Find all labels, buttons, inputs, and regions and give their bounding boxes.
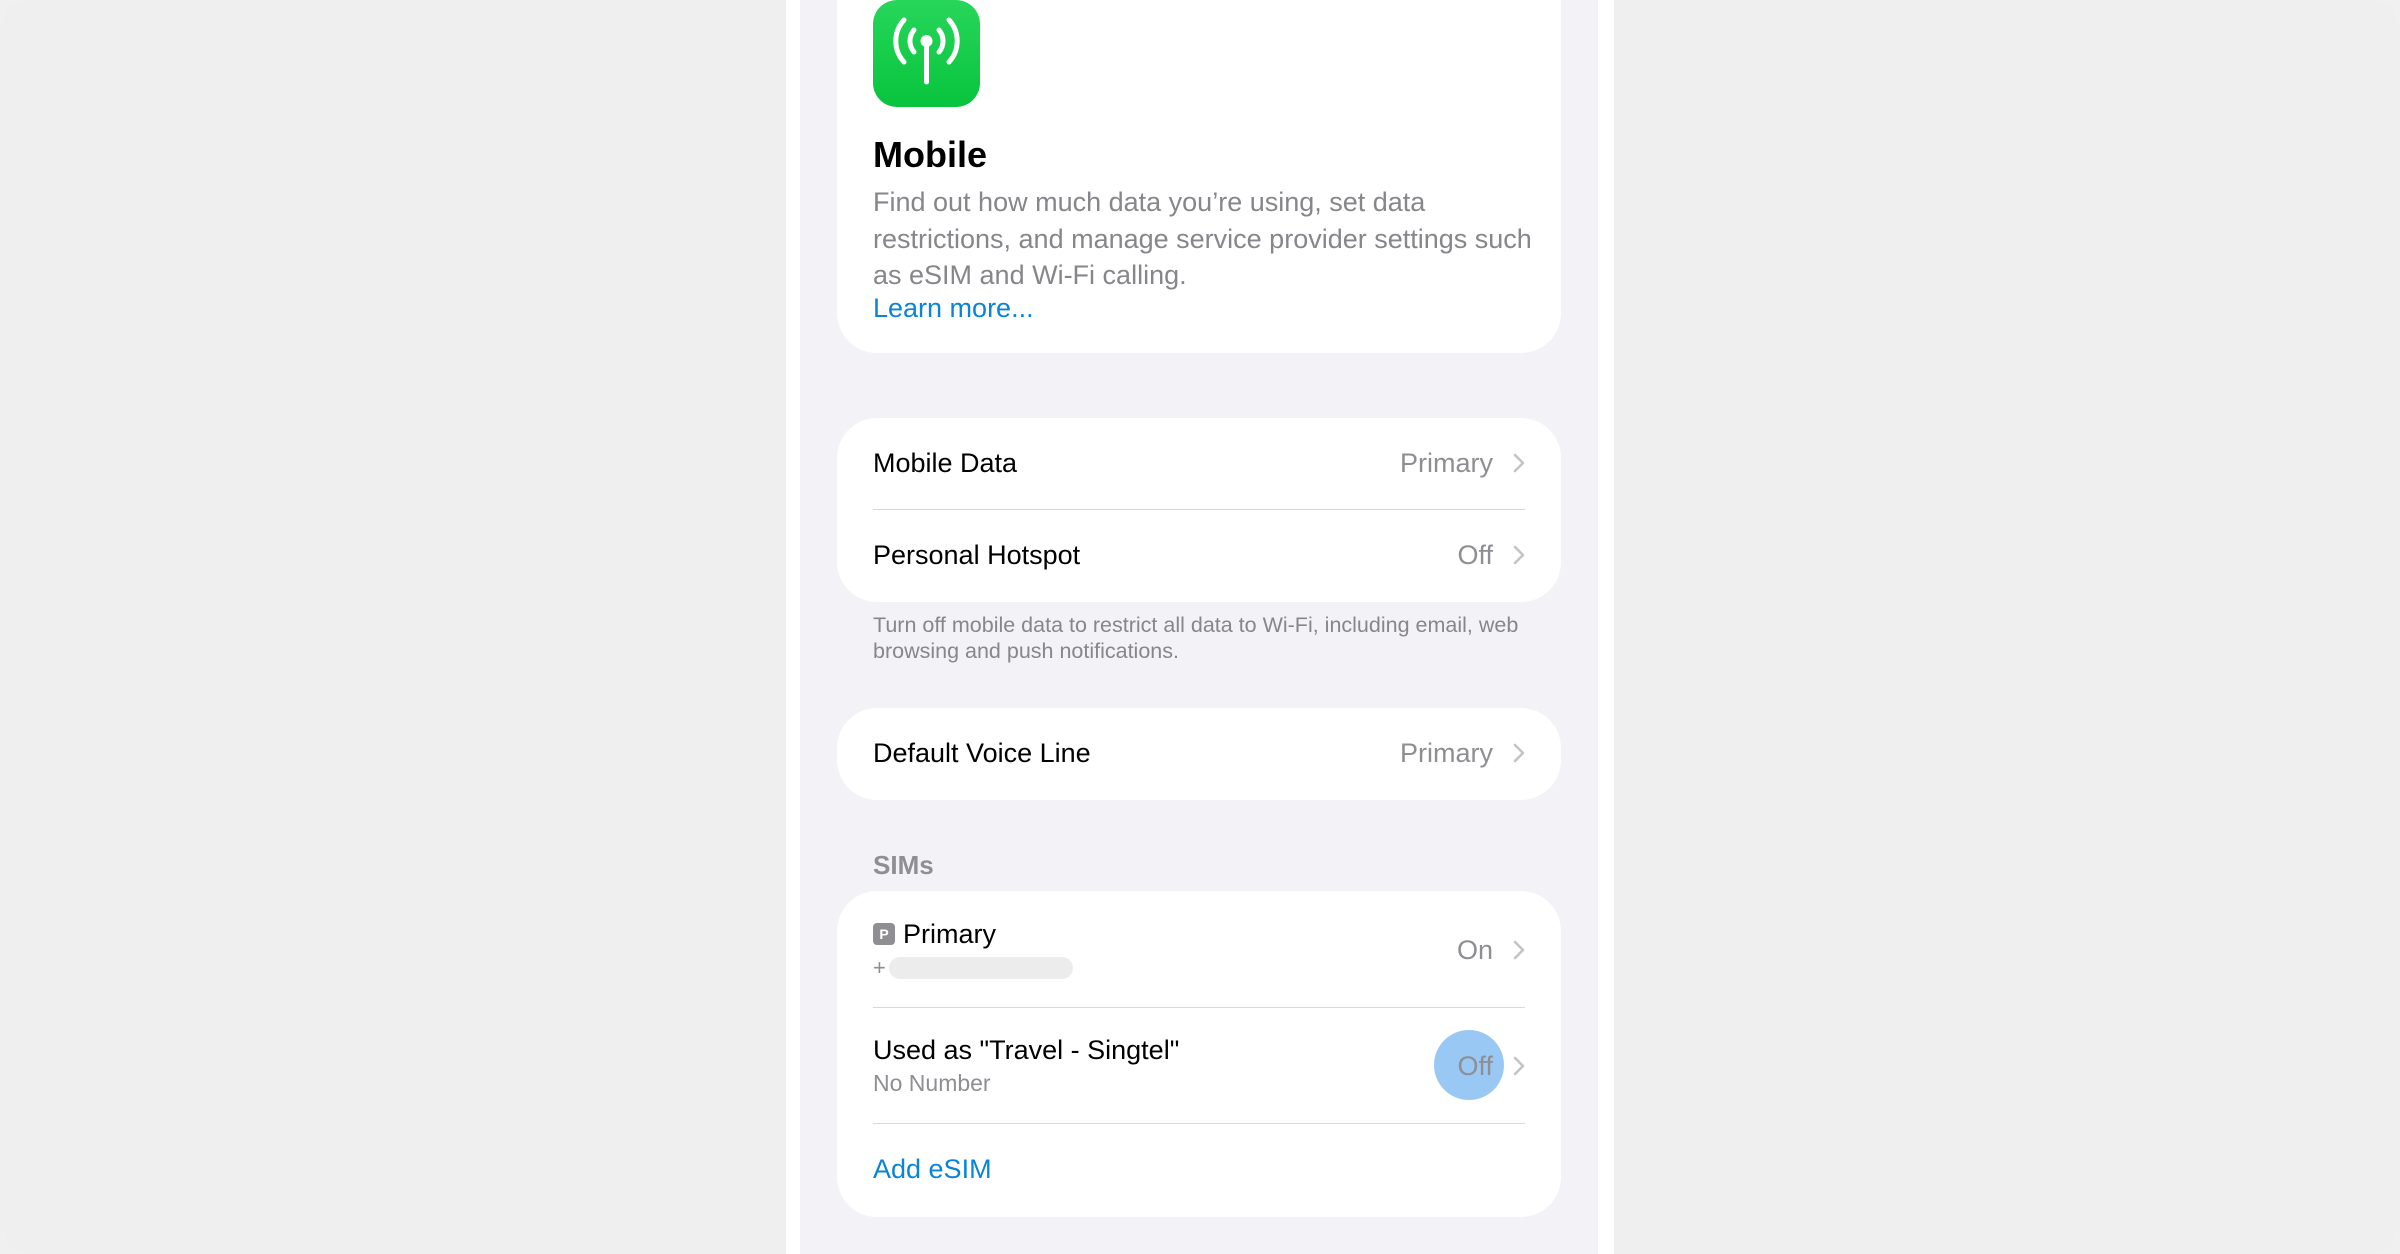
travel-sim-status: Off: [1457, 1051, 1493, 1081]
mobile-data-group: Mobile Data Primary Personal Hotspot Off: [837, 418, 1561, 602]
learn-more-link[interactable]: Learn more...: [873, 293, 1034, 324]
primary-sim-number-prefix: +: [873, 955, 886, 980]
mobile-data-value: Primary: [1400, 448, 1493, 478]
primary-sim-name: Primary: [903, 919, 996, 949]
redacted-phone-number: [889, 957, 1073, 979]
chevron-right-icon: [1513, 940, 1525, 960]
mobile-data-row[interactable]: Mobile Data Primary: [837, 418, 1561, 510]
antenna-icon: [873, 0, 980, 107]
travel-sim-name: Used as "Travel - Singtel": [873, 1035, 1180, 1065]
travel-sim-subtitle: No Number: [873, 1070, 991, 1096]
default-voice-line-label: Default Voice Line: [873, 738, 1091, 768]
mobile-data-label: Mobile Data: [873, 448, 1018, 478]
chevron-right-icon: [1513, 545, 1525, 565]
chevron-right-icon: [1513, 1056, 1525, 1076]
primary-sim-row[interactable]: P Primary + On: [837, 891, 1561, 1008]
default-voice-line-value: Primary: [1400, 738, 1493, 768]
chevron-right-icon: [1513, 453, 1525, 473]
mobile-info-card: Mobile Find out how much data you’re usi…: [837, 0, 1561, 353]
chevron-right-icon: [1513, 743, 1525, 763]
personal-hotspot-label: Personal Hotspot: [873, 540, 1081, 570]
add-esim-row[interactable]: Add eSIM: [837, 1124, 1561, 1217]
primary-sim-status: On: [1456, 935, 1493, 965]
personal-hotspot-row[interactable]: Personal Hotspot Off: [837, 510, 1561, 602]
mobile-settings-screen: Mobile Find out how much data you’re usi…: [800, 0, 1598, 1254]
add-esim-button[interactable]: Add eSIM: [873, 1154, 992, 1185]
default-voice-line-row[interactable]: Default Voice Line Primary: [837, 708, 1561, 800]
sims-section-header: SIMs: [873, 850, 934, 880]
personal-hotspot-value: Off: [1457, 540, 1493, 570]
page-description: Find out how much data you’re using, set…: [873, 187, 1532, 290]
mobile-data-footnote: Turn off mobile data to restrict all dat…: [873, 613, 1519, 663]
voice-line-group: Default Voice Line Primary: [837, 708, 1561, 800]
primary-sim-badge: P: [873, 923, 895, 945]
page-title: Mobile: [873, 134, 987, 175]
